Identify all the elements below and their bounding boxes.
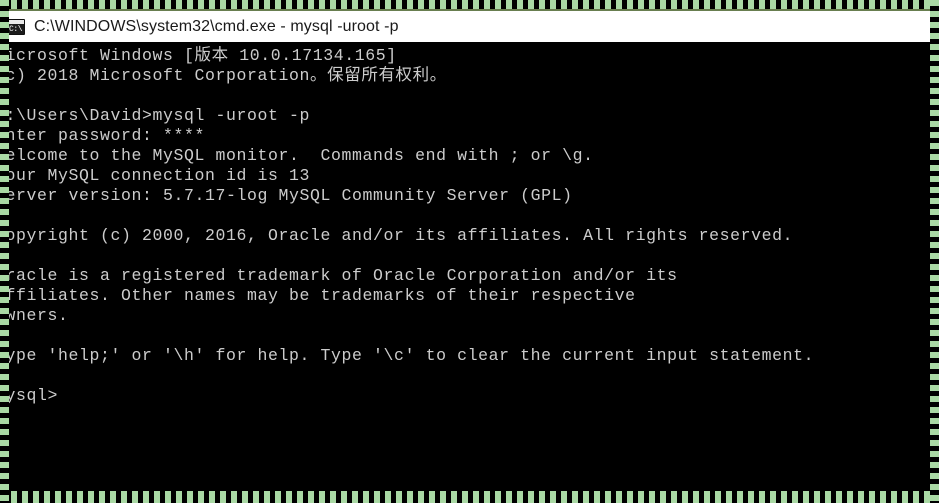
terminal-line: Enter password: **** [0, 126, 206, 145]
capture-frame-bottom [0, 491, 939, 503]
terminal-line: (c) 2018 Microsoft Corporation。保留所有权利。 [0, 66, 447, 85]
terminal-line: Welcome to the MySQL monitor. Commands e… [0, 146, 594, 165]
terminal-line-list: Microsoft Windows [版本 10.0.17134.165] (c… [0, 46, 930, 406]
terminal-prompt-line[interactable]: mysql> [0, 386, 930, 406]
terminal-line: Type 'help;' or '\h' for help. Type '\c'… [0, 346, 815, 365]
capture-frame-top [0, 0, 939, 9]
terminal-line: Server version: 5.7.17-log MySQL Communi… [0, 186, 573, 205]
capture-frame-right [930, 0, 939, 503]
terminal-line: affiliates. Other names may be trademark… [0, 286, 636, 305]
terminal-line: Copyright (c) 2000, 2016, Oracle and/or … [0, 226, 794, 245]
terminal-line: C:\Users\David>mysql -uroot -p [0, 106, 311, 125]
cmd-icon-titlestrip [7, 19, 24, 24]
cmd-icon-prompt-glyph: C:\. [9, 24, 25, 34]
terminal-line: Your MySQL connection id is 13 [0, 166, 311, 185]
window-title: C:\WINDOWS\system32\cmd.exe - mysql -uro… [34, 17, 399, 35]
screenshot-root: C:\. C:\WINDOWS\system32\cmd.exe - mysql… [0, 0, 939, 503]
window-titlebar[interactable]: C:\. C:\WINDOWS\system32\cmd.exe - mysql… [0, 11, 930, 42]
terminal-line: owners. [0, 306, 69, 325]
terminal-line: Oracle is a registered trademark of Orac… [0, 266, 678, 285]
cmd-exe-icon: C:\. [6, 18, 25, 35]
terminal-line: Microsoft Windows [版本 10.0.17134.165] [0, 46, 397, 65]
terminal-output-area[interactable]: Microsoft Windows [版本 10.0.17134.165] (c… [0, 42, 930, 492]
cmd-console-window[interactable]: C:\. C:\WINDOWS\system32\cmd.exe - mysql… [0, 11, 930, 492]
